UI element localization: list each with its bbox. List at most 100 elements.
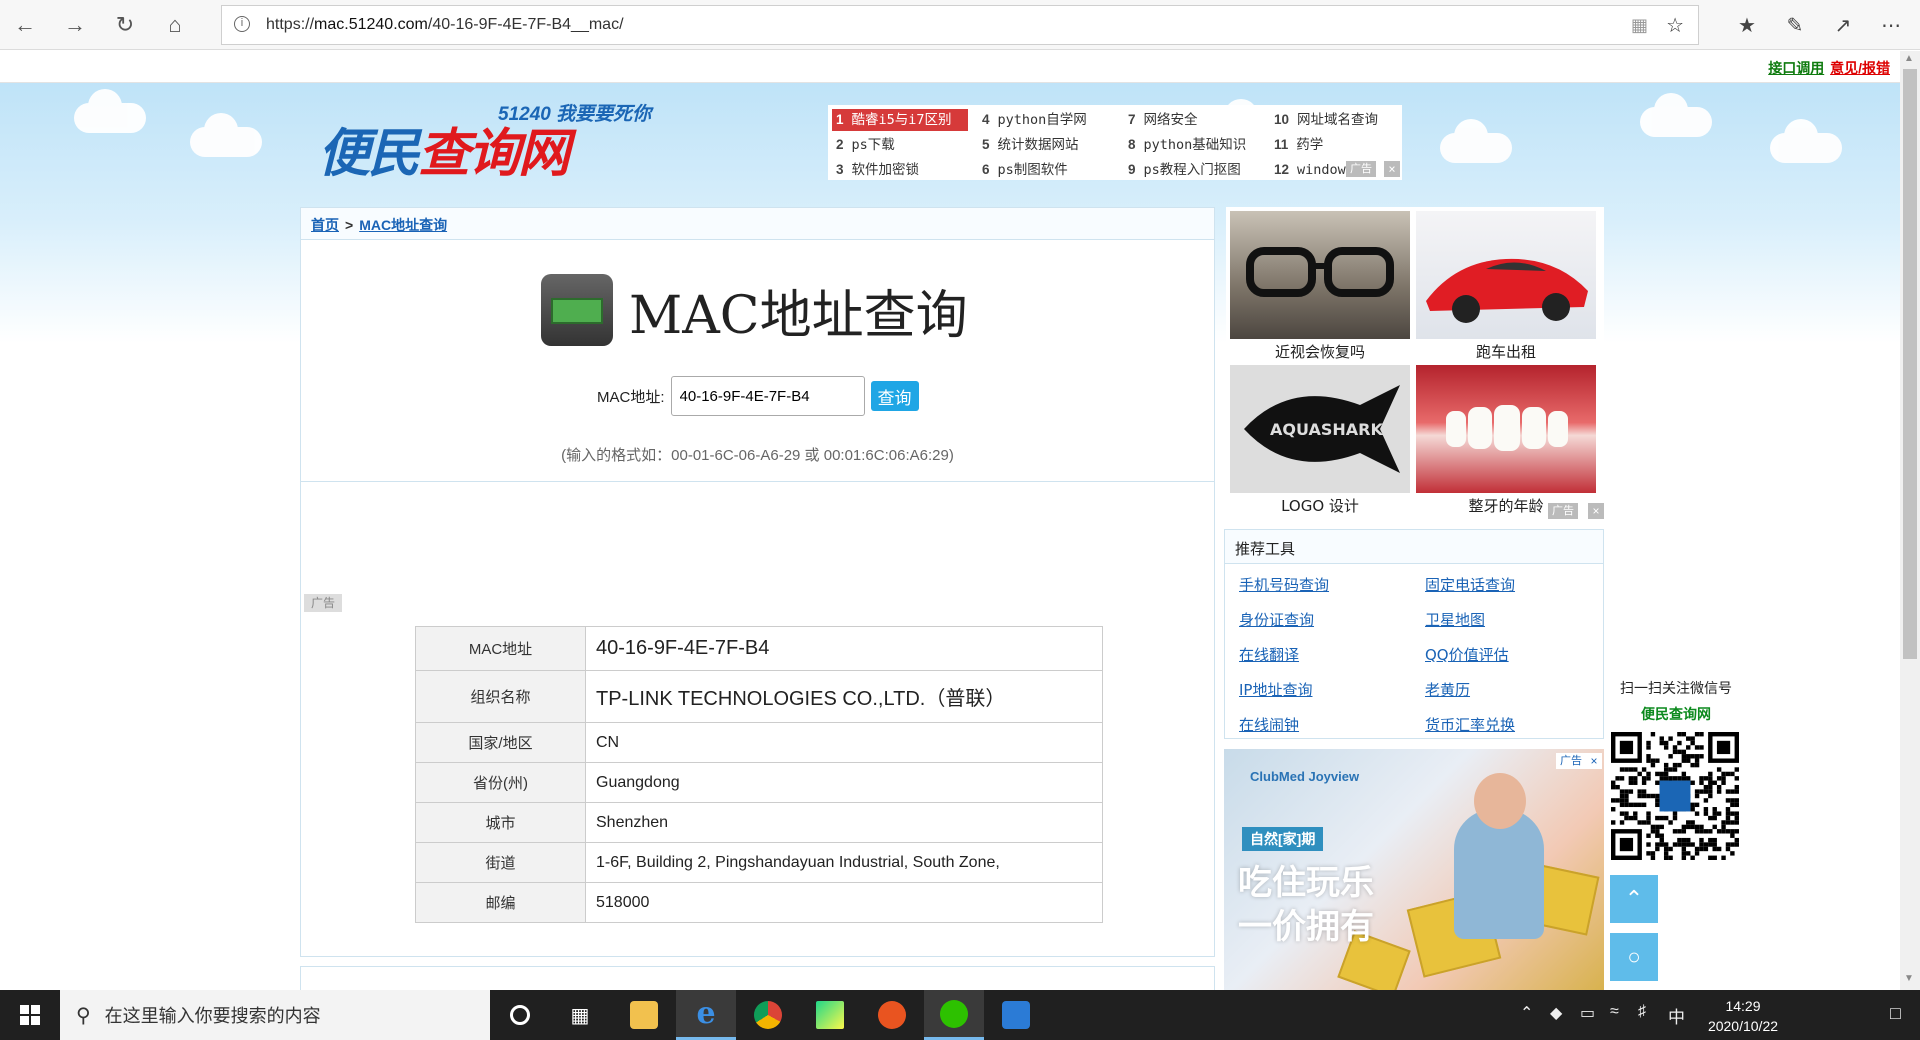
notification-icon[interactable]: □ bbox=[1890, 1003, 1901, 1024]
taskbar-search[interactable]: ⚲ 在这里输入你要搜索的内容 bbox=[60, 990, 490, 1040]
site-logo[interactable]: 51240 我要要死你 便民查询网 bbox=[308, 93, 688, 193]
logo-text-blue: 便民 bbox=[318, 124, 420, 184]
mac-input[interactable] bbox=[670, 376, 865, 416]
tool-link[interactable]: 固定电话查询 bbox=[1425, 574, 1515, 595]
chat-bubble-icon[interactable]: ○ bbox=[1610, 933, 1658, 981]
ad-thumb-glasses[interactable]: 近视会恢复吗 bbox=[1230, 211, 1410, 362]
wechat-icon[interactable] bbox=[924, 990, 984, 1040]
home-icon[interactable]: ⌂ bbox=[158, 8, 192, 42]
result-value: 518000 bbox=[585, 882, 1103, 923]
hot-list-item[interactable]: 5 统计数据网站 bbox=[978, 134, 1118, 156]
banner-ad[interactable]: ClubMed Joyview 自然[家]期 吃住玩乐 一价拥有 广告 × bbox=[1224, 749, 1604, 990]
ad-thumb-car[interactable]: 跑车出租 bbox=[1416, 211, 1596, 362]
result-key: 邮编 bbox=[415, 882, 586, 923]
tool-link[interactable]: 手机号码查询 bbox=[1239, 574, 1329, 595]
breadcrumb: 首页 > MAC地址查询 bbox=[301, 208, 1214, 240]
ime-indicator[interactable]: 中 bbox=[1668, 1003, 1685, 1028]
api-link[interactable]: 接口调用 bbox=[1768, 60, 1824, 76]
tool-link[interactable]: 在线翻译 bbox=[1239, 644, 1299, 665]
hot-list-item[interactable]: 1 酷睿i5与i7区别 bbox=[832, 109, 968, 131]
recommended-tools: 推荐工具 手机号码查询 固定电话查询 身份证查询 卫星地图 在线翻译 QQ价值评… bbox=[1224, 529, 1604, 739]
feedback-link[interactable]: 意见/报错 bbox=[1830, 60, 1890, 76]
search-icon: ⚲ bbox=[76, 1004, 91, 1027]
ad-tag: 广告 bbox=[1556, 753, 1586, 769]
hot-list-item[interactable]: 2 ps下载 bbox=[832, 134, 968, 156]
more-icon[interactable]: ⋯ bbox=[1874, 8, 1908, 42]
taskbar-search-placeholder: 在这里输入你要搜索的内容 bbox=[104, 1006, 321, 1027]
share-icon[interactable]: ↗ bbox=[1826, 8, 1860, 42]
tools-header: 推荐工具 bbox=[1225, 530, 1603, 564]
chrome-icon[interactable] bbox=[738, 990, 798, 1040]
network-card-icon bbox=[541, 274, 613, 346]
ad-close-icon[interactable]: × bbox=[1586, 753, 1602, 769]
refresh-icon[interactable]: ↻ bbox=[108, 8, 142, 42]
page-scrollbar[interactable]: ▲ ▼ bbox=[1900, 51, 1920, 990]
ad-thumb-logo[interactable]: AQUASHARK LOGO 设计 bbox=[1230, 365, 1410, 516]
windows-start-icon[interactable] bbox=[0, 990, 60, 1040]
favorites-icon[interactable]: ★ bbox=[1730, 8, 1764, 42]
tool-link[interactable]: 货币汇率兑换 bbox=[1425, 714, 1515, 735]
hot-list-item[interactable]: 3 软件加密锁 bbox=[832, 159, 968, 181]
tool-link[interactable]: IP地址查询 bbox=[1239, 679, 1312, 700]
battery-icon[interactable]: ▭ bbox=[1580, 1003, 1595, 1023]
result-row: 邮编 518000 bbox=[415, 882, 1103, 923]
tool-link[interactable]: 在线闹钟 bbox=[1239, 714, 1299, 735]
ad-pill: 自然[家]期 bbox=[1242, 827, 1324, 851]
hot-list-item[interactable]: 8 python基础知识 bbox=[1124, 134, 1264, 156]
tool-link[interactable]: 卫星地图 bbox=[1425, 609, 1485, 630]
pycharm-icon[interactable] bbox=[800, 990, 860, 1040]
hot-list-item[interactable]: 9 ps教程入门抠图 bbox=[1124, 159, 1264, 181]
ad-close-icon[interactable]: × bbox=[1384, 161, 1400, 177]
tool-link[interactable]: QQ价值评估 bbox=[1425, 644, 1509, 665]
back-to-top-icon[interactable]: ⌃ bbox=[1610, 875, 1658, 923]
clock[interactable]: 14:29 2020/10/22 bbox=[1698, 996, 1788, 1036]
page-title: MAC地址查询 bbox=[629, 285, 968, 346]
tool-link[interactable]: 身份证查询 bbox=[1239, 609, 1314, 630]
result-value: Shenzhen bbox=[585, 802, 1103, 843]
ad-close-icon[interactable]: × bbox=[1588, 503, 1604, 519]
mac-query-form: MAC地址: 查询 bbox=[597, 376, 919, 416]
breadcrumb-current[interactable]: MAC地址查询 bbox=[359, 217, 447, 233]
hot-list-item[interactable]: 6 ps制图软件 bbox=[978, 159, 1118, 181]
format-hint: (输入的格式如：00-01-6C-06-A6-29 或 00:01:6C:06:… bbox=[561, 447, 954, 464]
logo-text-red: 查询网 bbox=[418, 124, 570, 184]
address-bar[interactable]: i https://mac.51240.com/40-16-9F-4E-7F-B… bbox=[221, 5, 1699, 45]
breadcrumb-home[interactable]: 首页 bbox=[311, 217, 339, 233]
url-text: https://mac.51240.com/40-16-9F-4E-7F-B4_… bbox=[266, 16, 624, 33]
defender-icon[interactable]: ◆ bbox=[1550, 1003, 1562, 1023]
browser-toolbar: ← → ↻ ⌂ i https://mac.51240.com/40-16-9F… bbox=[0, 0, 1920, 50]
qr-code-icon bbox=[1611, 732, 1739, 860]
result-value: 40-16-9F-4E-7F-B4 bbox=[585, 626, 1103, 671]
volume-icon[interactable]: ♯ bbox=[1638, 1003, 1646, 1021]
wps-writer-icon[interactable] bbox=[986, 990, 1046, 1040]
hot-list-item[interactable]: 10 网址域名查询 bbox=[1270, 109, 1404, 131]
result-table: MAC地址 40-16-9F-4E-7F-B4 组织名称 TP-LINK TECHNO… bbox=[415, 626, 1103, 923]
hot-list-item[interactable]: 4 python自学网 bbox=[978, 109, 1118, 131]
result-row: MAC地址 40-16-9F-4E-7F-B4 bbox=[415, 626, 1103, 671]
ad-thumb-teeth[interactable]: 整牙的年龄 bbox=[1416, 365, 1596, 516]
file-explorer-icon[interactable] bbox=[614, 990, 674, 1040]
wifi-icon[interactable]: ≈ bbox=[1610, 1003, 1619, 1021]
task-view-icon[interactable]: ▦ bbox=[550, 990, 610, 1040]
image-ads: 近视会恢复吗 跑车出租 AQUASHARK LOGO 设计 整牙的年龄 广告 × bbox=[1226, 207, 1604, 519]
top-links-bar: 接口调用 意见/报错 bbox=[0, 51, 1900, 83]
ad-headline-1: 吃住玩乐 bbox=[1238, 863, 1374, 903]
info-icon[interactable]: i bbox=[234, 16, 250, 32]
pen-icon[interactable]: ✎ bbox=[1778, 8, 1812, 42]
hot-list-item[interactable]: 7 网络安全 bbox=[1124, 109, 1264, 131]
hot-list-item[interactable]: 11 药学 bbox=[1270, 134, 1404, 156]
forward-icon[interactable]: → bbox=[58, 8, 92, 42]
favorite-star-icon[interactable]: ☆ bbox=[1666, 13, 1684, 38]
back-icon[interactable]: ← bbox=[8, 8, 42, 42]
tool-link[interactable]: 老黄历 bbox=[1425, 679, 1470, 700]
main-panel: 首页>MAC地址查询 MAC地址查询 MAC地址: 查询 (输入的格式如：00-… bbox=[300, 207, 1215, 957]
ubuntu-icon[interactable] bbox=[862, 990, 922, 1040]
page-title-block: MAC地址查询 bbox=[541, 270, 968, 350]
reading-view-icon[interactable]: ▦ bbox=[1631, 15, 1648, 36]
query-button[interactable]: 查询 bbox=[870, 381, 919, 411]
result-key: 城市 bbox=[415, 802, 586, 843]
tray-expand-icon[interactable]: ⌃ bbox=[1520, 1003, 1533, 1023]
edge-browser-icon[interactable]: e bbox=[676, 990, 736, 1040]
cortana-icon[interactable] bbox=[490, 990, 550, 1040]
web-page: 接口调用 意见/报错 51240 我要要死你 便民查询网 1 酷睿i5与i7区别 2… bbox=[0, 51, 1900, 990]
